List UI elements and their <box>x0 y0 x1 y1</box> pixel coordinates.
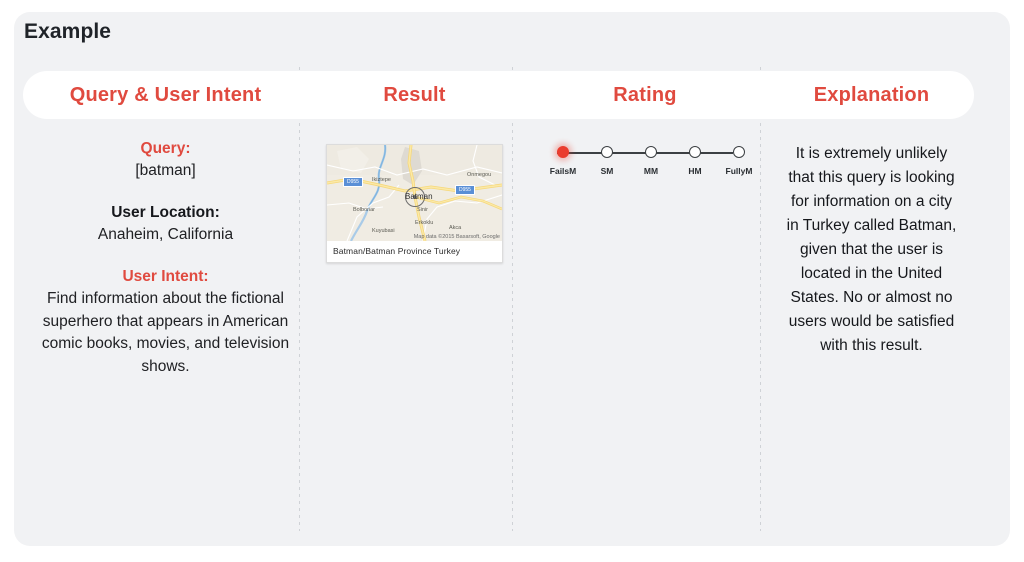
rating-point-hm[interactable] <box>689 146 701 158</box>
map-place-label-akca: Akca <box>449 225 462 231</box>
map-attribution: Map data ©2015 Basarsoft, Google <box>413 234 500 240</box>
rating-label-sm: SM <box>600 166 614 176</box>
map-place-label-sinir: Sinir <box>417 207 429 213</box>
column-header-query-user-intent: Query & User Intent <box>69 83 262 106</box>
map-place-label-kuyubasi: Kuyubasi <box>372 228 395 234</box>
cell-result: Batman Ikiztepe Bolbonar Kuyubasi Sinir … <box>308 126 521 526</box>
page-title: Example <box>24 20 112 43</box>
table-body-row: Query: [batman] User Location: Anaheim, … <box>23 126 974 526</box>
cell-rating: FailsM SM MM HM FullyM <box>521 126 769 526</box>
rating-label-hm: HM <box>688 166 702 176</box>
map-thumbnail-image[interactable]: Batman Ikiztepe Bolbonar Kuyubasi Sinir … <box>327 145 502 241</box>
slide-root: Example Query & User Intent Result Ratin… <box>0 0 1024 562</box>
column-header-rating: Rating <box>613 83 677 106</box>
rating-label-fullym: FullyM <box>725 166 753 176</box>
map-result-caption: Batman/Batman Province Turkey <box>327 241 502 262</box>
column-header-result: Result <box>383 83 446 106</box>
map-road-shield-1: D955 <box>343 177 363 187</box>
map-result-card[interactable]: Batman Ikiztepe Bolbonar Kuyubasi Sinir … <box>326 144 503 263</box>
cell-query-user-intent: Query: [batman] User Location: Anaheim, … <box>23 126 308 526</box>
rating-label-mm: MM <box>643 166 659 176</box>
map-place-label-ikiztepe: Ikiztepe <box>372 177 391 183</box>
cell-explanation: It is extremely unlikely that this query… <box>769 126 974 526</box>
map-place-label-onmegou: Onmegou <box>467 172 492 178</box>
user-intent-value: Find information about the fictional sup… <box>41 290 290 375</box>
column-header-explanation: Explanation <box>813 83 930 106</box>
user-location-value: Anaheim, California <box>97 226 234 244</box>
rating-point-mm[interactable] <box>645 146 657 158</box>
user-location-label: User Location: <box>111 203 220 221</box>
rating-point-sm[interactable] <box>601 146 613 158</box>
query-label: Query: <box>140 140 191 157</box>
rating-label-failsm: FailsM <box>549 166 577 176</box>
rating-point-failsm[interactable] <box>557 146 569 158</box>
map-place-label-erkoklu: Erkoklu <box>415 220 434 226</box>
user-intent-label: User Intent: <box>122 267 209 285</box>
map-road-shield-2: D955 <box>455 185 475 195</box>
explanation-text: It is extremely unlikely that this query… <box>786 145 957 355</box>
table-header-row: Query & User Intent Result Rating Explan… <box>23 71 974 119</box>
rating-scale[interactable]: FailsM SM MM HM FullyM <box>547 140 752 188</box>
map-place-label-bolbonar: Bolbonar <box>353 207 376 213</box>
rating-point-fullym[interactable] <box>733 146 745 158</box>
query-value: [batman] <box>135 162 196 180</box>
map-city-label: Batman <box>405 192 433 201</box>
